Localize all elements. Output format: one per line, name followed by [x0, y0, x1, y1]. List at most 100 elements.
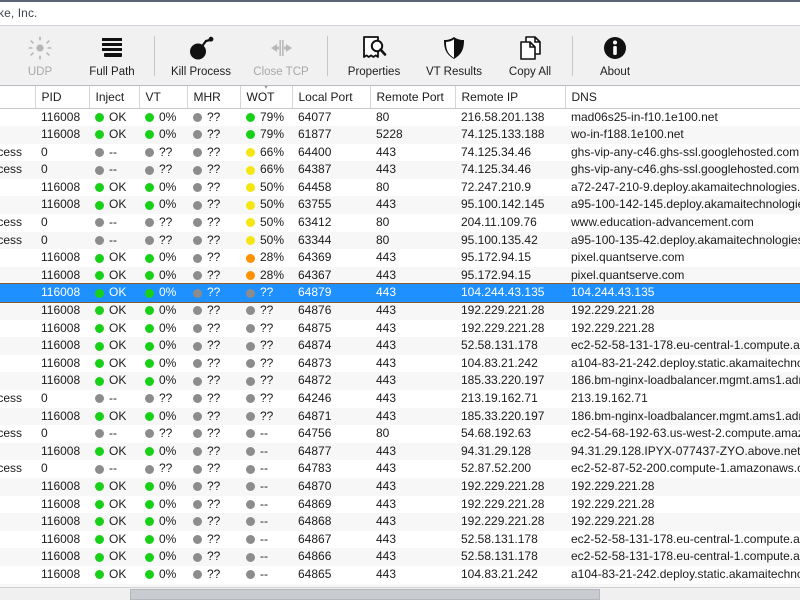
cell-wot: 66%	[240, 144, 292, 162]
table-row[interactable]: exe 116008 OK 0%???? 64873 443 104.83.21.242 a1…	[0, 355, 800, 373]
table-row[interactable]: exe 116008 OK 0%?? -- 64865 443 104.83.21.242 a1…	[0, 566, 800, 584]
horizontal-scrollbar[interactable]	[0, 587, 800, 600]
toolbar-button-close-tcp[interactable]: Close TCP	[241, 26, 321, 85]
cell-local-port: 64387	[292, 161, 370, 179]
cell-vt: ??	[139, 460, 187, 478]
toolbar-button-copy-all[interactable]: Copy All	[494, 26, 566, 85]
toolbar-button-properties[interactable]: Properties	[334, 26, 414, 85]
table-row[interactable]: n Idle Process0 --???? 50% 633448095.100.13…	[0, 231, 800, 250]
status-dot-yellow	[246, 183, 255, 193]
table-row[interactable]: exe116008OK0%????64879443104.244.43.1351…	[0, 283, 800, 304]
cell-remote-ip: 95.100.142.145	[455, 196, 565, 215]
cell-remote-ip: 185.33.220.197	[455, 407, 565, 426]
status-dot-gray	[246, 306, 255, 316]
column-header-local-port[interactable]: Local Port	[292, 86, 371, 109]
status-dot-green	[145, 200, 154, 210]
column-header-mhr[interactable]: MHR	[187, 86, 241, 109]
status-dot-gray	[193, 218, 202, 228]
cell-inject: OK	[89, 266, 139, 285]
cell-mhr: ??	[187, 496, 240, 514]
toolbar-button-properties-label: Properties	[347, 66, 401, 78]
table-row[interactable]: n Idle Process 0 --???? -- 64756 80 54.68.192.…	[0, 425, 800, 443]
status-dot-green	[95, 570, 104, 580]
cell-remote-ip: 216.58.201.138	[461, 109, 545, 124]
status-dot-green	[145, 376, 154, 386]
cell-inject-text: OK	[109, 179, 127, 194]
table-row[interactable]: exe 116008 OK 0%?? 79% 64077 80 216.58.201.138 m…	[0, 108, 800, 126]
cell-inject-text: OK	[109, 514, 127, 529]
table-row[interactable]: exe116008 OK 0%???? 6487444352.58.131.178ec…	[0, 337, 800, 355]
cell-vt: ??	[139, 214, 187, 232]
table-row[interactable]: exe116008OK0%??--64870443192.229.221.281…	[0, 477, 800, 496]
table-row[interactable]: n Idle Process 0 --?????? 64246 443 213.19.16…	[0, 390, 800, 408]
table-row[interactable]: exe 116008 OK 0%???? 64875 443 192.229.221.28 1…	[0, 320, 800, 338]
cell-local-port: 64868	[292, 513, 370, 531]
cell-mhr-text: ??	[207, 391, 221, 405]
status-dot-gray	[193, 552, 202, 562]
cell-inject: --	[89, 214, 139, 232]
table-row[interactable]: exe116008OK0%????64876443192.229.221.281…	[0, 302, 800, 320]
status-dot-green	[95, 499, 104, 509]
cell-process-name: exe	[0, 108, 35, 126]
status-dot-green	[95, 271, 104, 281]
status-dot-gray	[246, 517, 255, 527]
column-header-pid[interactable]: PID	[35, 86, 90, 109]
cell-pid: 0	[41, 461, 48, 476]
toolbar-button-about[interactable]: About	[579, 26, 651, 85]
column-header-vt[interactable]: VT	[139, 86, 188, 109]
toolbar-button-kill-process[interactable]: Kill Process	[161, 26, 241, 85]
status-dot-gray	[193, 323, 202, 333]
status-dot-green	[95, 183, 104, 193]
cell-dns: 186.bm-nginx-loadbalancer.mgmt.ams1.adne…	[565, 407, 800, 426]
column-header-remote-ip[interactable]: Remote IP	[455, 86, 566, 109]
toolbar-button-full-path[interactable]: Full Path	[76, 26, 148, 85]
cell-vt: ??	[139, 390, 187, 408]
status-dot-yellow	[246, 218, 255, 228]
table-body: exe116008OK0%??79%6407780216.58.201.138m…	[0, 108, 800, 587]
scroll-thumb[interactable]	[130, 589, 600, 600]
table-row[interactable]: n Idle Process 0 --???? 50% 63412 80 204.11.10…	[0, 214, 800, 232]
cell-vt-text: 0%	[159, 373, 177, 388]
status-dot-green	[95, 359, 104, 369]
cell-local-port: 64876	[292, 302, 370, 320]
table-row[interactable]: n Idle Process 0 --???? -- 64783 443 52.87.52.…	[0, 460, 800, 478]
toolbar-button-udp[interactable]: UDP	[4, 26, 76, 85]
table-row[interactable]: exe 116008 OK 0%?? -- 64867 443 52.58.131.178 ec…	[0, 531, 800, 549]
table-row[interactable]: exe116008 OK 0%?? 50% 6375544395.100.142.145…	[0, 196, 800, 215]
scroll-right-button[interactable]	[787, 588, 800, 600]
table-row[interactable]: exe 116008 OK 0%?? -- 64869 443 192.229.221.28 1…	[0, 496, 800, 514]
cell-remote-ip: 95.100.135.42	[455, 231, 565, 250]
column-header-dns[interactable]: DNS	[565, 86, 800, 109]
table-row[interactable]: n Idle Process 0 --???? 66% 64400 443 74.125.3…	[0, 144, 800, 162]
table-row[interactable]: exe 116008 OK 0%?? 50% 64458 80 72.247.210.9 a72…	[0, 179, 800, 197]
column-header-name[interactable]: me	[0, 86, 36, 109]
cell-mhr-text: ??	[207, 250, 221, 265]
cell-local-port: 64874	[292, 337, 370, 355]
table-row[interactable]: exe116008 OK 0%?? 79% 61877522874.125.133.18…	[0, 126, 800, 144]
table-row[interactable]: exe116008 OK 0%?? -- 6486644352.58.131.178ec…	[0, 548, 800, 566]
table-row[interactable]: exe116008 OK 0%?? -- 6487744394.31.29.12894.…	[0, 442, 800, 461]
cell-dns: 104.244.43.135	[565, 284, 800, 303]
table-row[interactable]: exe116008 OK 0%???? 64871443185.33.220.1971…	[0, 407, 800, 426]
column-header-wot[interactable]: ▾ WOT	[240, 86, 293, 109]
table-row[interactable]: exe116008 OK 0%?? 28% 6436744395.172.94.15pi…	[0, 266, 800, 285]
table-row[interactable]: exe116008 OK 0%???? 64872443185.33.220.1971…	[0, 372, 800, 390]
status-dot-gray	[145, 394, 154, 404]
toolbar-button-vt-results[interactable]: VT Results	[414, 26, 494, 85]
cell-dns: ec2-54-68-192-63.us-west-2.compute.amazo…	[571, 426, 800, 441]
status-dot-gray	[95, 165, 104, 175]
column-header-remote-port[interactable]: Remote Port	[370, 86, 456, 109]
table-row[interactable]: exe116008OK0%??--64868443192.229.221.281…	[0, 513, 800, 531]
table-row[interactable]: n Idle Process0 --???? 66% 6438744374.125.3…	[0, 161, 800, 179]
column-header-remote-ip-label: Remote IP	[461, 89, 519, 104]
cell-vt-text: 0%	[159, 443, 177, 458]
scroll-left-button[interactable]	[0, 588, 13, 600]
cell-inject-text: OK	[109, 531, 127, 546]
cell-pid: 116008	[35, 372, 89, 390]
column-header-inject[interactable]: Inject	[89, 86, 140, 109]
cell-inject: --	[89, 390, 139, 408]
cell-inject-text: OK	[109, 320, 127, 335]
table-row[interactable]: exe 116008 OK 0%?? 28% 64369 443 95.172.94.15 pi…	[0, 249, 800, 267]
cell-process-name: exe	[0, 477, 35, 496]
toolbar: UDP Full Path Kill Process Close TCP Pro…	[0, 26, 800, 86]
